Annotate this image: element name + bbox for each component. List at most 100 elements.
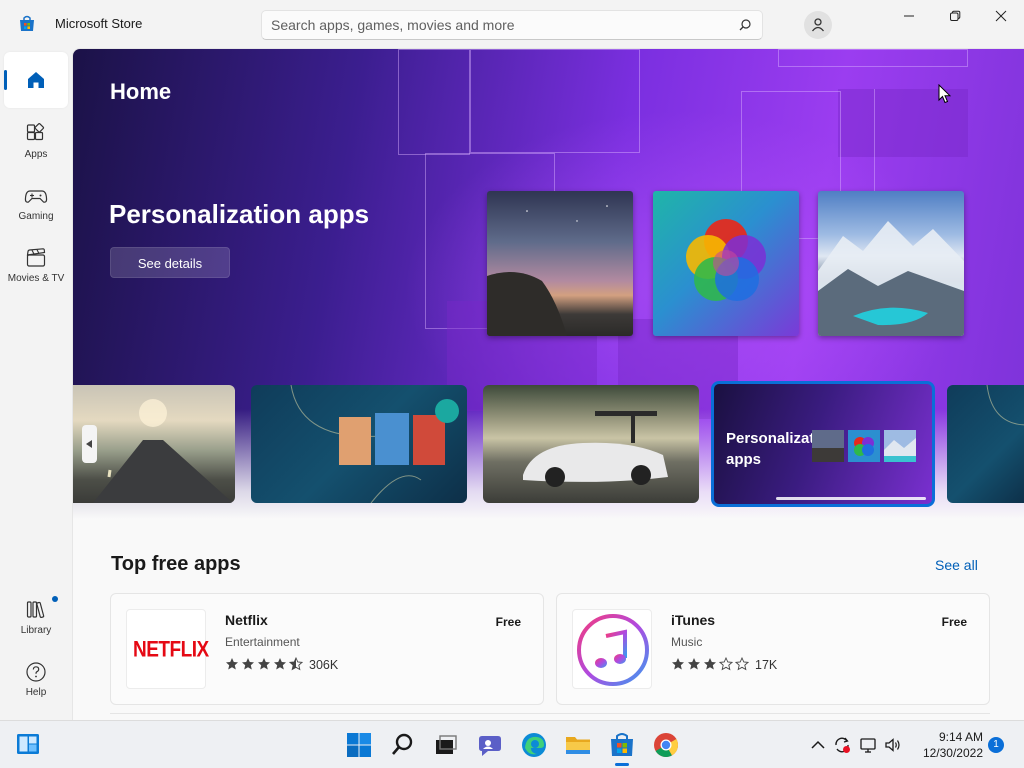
sidebar-item-label: Gaming	[18, 211, 54, 222]
section-title: Top free apps	[111, 553, 241, 575]
netflix-wordmark: NETFLIX	[133, 638, 209, 663]
help-icon	[26, 662, 46, 682]
restore-icon	[950, 10, 961, 21]
volume-icon[interactable]	[883, 735, 903, 755]
network-icon[interactable]	[858, 735, 878, 755]
sidebar-item-library[interactable]: Library	[4, 590, 68, 646]
page-title: Home	[110, 79, 172, 104]
chevron-left-icon	[86, 440, 92, 448]
main-content: Home Personalization apps See details Pe…	[72, 48, 1024, 720]
star-filled-icon	[242, 658, 254, 670]
carousel-card-personalization[interactable]: Personalization apps	[711, 381, 935, 507]
sidebar-item-apps[interactable]: Apps	[4, 116, 68, 172]
hero-decoration	[470, 49, 640, 153]
edge-browser-icon[interactable]	[520, 731, 548, 759]
start-icon[interactable]	[345, 731, 373, 759]
star-empty-icon	[735, 657, 749, 671]
sidebar: Apps Gaming Movies & TV Library Help	[0, 48, 72, 720]
apps-icon	[26, 123, 45, 141]
star-filled-icon	[704, 658, 716, 670]
hero-title: Personalization apps	[109, 199, 370, 229]
app-rating: 306K	[225, 657, 338, 673]
netflix-logo-icon: NETFLIX	[126, 609, 209, 689]
active-indicator	[4, 70, 7, 90]
minimize-button[interactable]	[886, 0, 932, 32]
games-collage-image	[290, 385, 459, 503]
carousel-card-games[interactable]	[251, 385, 467, 503]
sidebar-item-label: Movies & TV	[7, 273, 65, 284]
chrome-browser-icon[interactable]	[652, 731, 680, 759]
active-app-indicator	[615, 763, 629, 766]
rating-count: 17K	[755, 658, 778, 672]
price-label: Free	[495, 615, 521, 629]
color-wheel-icon	[686, 219, 766, 301]
sidebar-item-movies-tv[interactable]: Movies & TV	[4, 240, 68, 296]
maximize-button[interactable]	[932, 0, 978, 32]
hero-tile-cliff-photo[interactable]	[487, 191, 633, 336]
widgets-icon[interactable]	[16, 733, 40, 755]
sidebar-item-label: Apps	[24, 149, 48, 160]
close-icon	[995, 10, 1007, 22]
carousel-card-road[interactable]	[73, 385, 235, 503]
app-title: Microsoft Store	[55, 16, 143, 31]
chat-icon[interactable]	[476, 731, 504, 759]
cliff-image	[487, 205, 608, 336]
update-badge	[52, 596, 58, 602]
personalization-thumbnails	[812, 430, 916, 462]
minimize-icon	[904, 15, 914, 17]
road-image	[93, 399, 233, 503]
clock[interactable]: 9:14 AM 12/30/2022	[913, 729, 983, 761]
mouse-cursor-icon	[938, 84, 951, 104]
app-category: Entertainment	[225, 635, 300, 649]
account-button[interactable]	[804, 11, 832, 39]
home-icon	[28, 72, 44, 88]
app-name: iTunes	[671, 612, 716, 628]
app-name: Netflix	[225, 612, 268, 628]
hero-decoration	[398, 49, 470, 155]
app-category: Music	[671, 635, 703, 649]
app-card-itunes[interactable]: iTunes Music 17K Free	[556, 593, 990, 705]
app-card-netflix[interactable]: NETFLIX Netflix Entertainment 306K Free	[110, 593, 544, 705]
hero-tile-mountain-photo[interactable]	[818, 191, 964, 336]
carousel-card-racing-car[interactable]	[483, 385, 699, 503]
sidebar-item-help[interactable]: Help	[4, 652, 68, 708]
star-filled-icon	[672, 658, 684, 670]
next-card-image	[986, 385, 1024, 426]
carousel-previous-button[interactable]	[82, 425, 97, 463]
sidebar-item-gaming[interactable]: Gaming	[4, 178, 68, 234]
close-button[interactable]	[978, 0, 1024, 32]
see-all-link[interactable]: See all	[935, 557, 978, 573]
store-logo-icon	[20, 15, 34, 31]
hero-tile-color-app[interactable]	[653, 191, 799, 336]
mountain-image	[818, 221, 964, 336]
star-filled-icon	[226, 658, 238, 670]
sync-error-icon[interactable]	[832, 735, 852, 755]
sidebar-item-home[interactable]	[4, 52, 68, 108]
taskbar: 9:14 AM 12/30/2022 1	[0, 720, 1024, 768]
star-filled-icon	[688, 658, 700, 670]
hero-decoration	[778, 49, 968, 67]
carousel-card-next[interactable]	[947, 385, 1024, 503]
star-filled-icon	[274, 658, 286, 670]
title-bar: Microsoft Store	[0, 0, 1024, 48]
microsoft-store-icon[interactable]	[608, 731, 636, 759]
chevron-up-icon[interactable]	[808, 735, 828, 755]
itunes-logo	[577, 614, 649, 686]
notification-badge[interactable]: 1	[988, 737, 1004, 753]
search-input[interactable]	[271, 16, 721, 34]
search-icon[interactable]	[389, 731, 417, 759]
price-label: Free	[941, 615, 967, 629]
search-icon[interactable]	[738, 18, 752, 32]
sidebar-item-label: Help	[25, 687, 47, 698]
app-rating: 17K	[671, 657, 777, 673]
clock-time: 9:14 AM	[938, 730, 983, 744]
star-filled-icon	[258, 658, 270, 670]
file-explorer-icon[interactable]	[564, 731, 592, 759]
itunes-logo-icon	[572, 609, 652, 689]
see-details-button[interactable]: See details	[110, 247, 230, 278]
search-box[interactable]	[261, 10, 763, 40]
clapperboard-icon	[26, 248, 46, 267]
app-row-next	[110, 713, 990, 720]
task-view-icon[interactable]	[432, 731, 460, 759]
clock-date: 12/30/2022	[922, 746, 983, 760]
